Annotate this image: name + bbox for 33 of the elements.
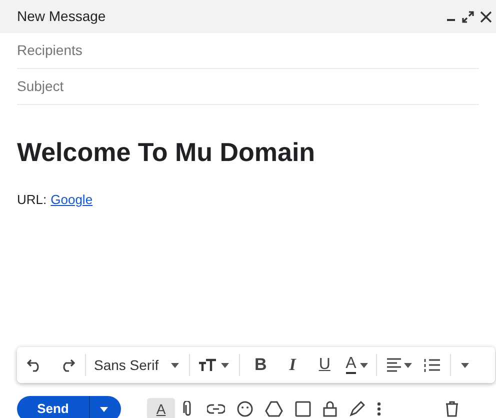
send-options-caret-icon[interactable]	[100, 406, 108, 412]
italic-button[interactable]: I	[284, 352, 302, 378]
trash-icon[interactable]	[445, 401, 459, 417]
message-heading: Welcome To Mu Domain	[17, 136, 316, 168]
more-vertical-icon[interactable]	[377, 401, 381, 417]
link-icon[interactable]	[207, 404, 225, 414]
subject-field[interactable]: Subject	[17, 76, 479, 97]
lock-icon[interactable]	[323, 401, 337, 417]
underline-button[interactable]: U	[316, 353, 334, 377]
numbered-list-icon[interactable]	[424, 358, 440, 372]
caret-icon	[220, 362, 229, 368]
window-title: New Message	[17, 7, 106, 26]
send-button[interactable]: Send	[17, 396, 89, 418]
bold-button[interactable]: B	[252, 352, 270, 378]
recipients-field[interactable]: Recipients	[17, 40, 479, 61]
formatting-toggle[interactable]: A	[147, 398, 175, 418]
caret-icon	[360, 362, 368, 368]
close-icon[interactable]	[480, 10, 492, 22]
font-selector[interactable]: Sans Serif	[94, 354, 179, 376]
google-link[interactable]: Google	[50, 190, 93, 210]
expand-icon[interactable]	[462, 10, 474, 22]
align-button[interactable]	[387, 358, 412, 372]
align-left-icon	[387, 358, 402, 372]
more-options-caret-icon[interactable]	[461, 362, 470, 368]
text-color-button[interactable]: A	[346, 356, 368, 374]
attachment-icon[interactable]	[183, 401, 193, 417]
emoji-icon[interactable]	[237, 401, 253, 417]
pen-icon[interactable]	[349, 401, 365, 417]
caret-icon	[170, 362, 179, 368]
url-label: URL:	[17, 191, 47, 209]
text-size-button[interactable]	[198, 358, 229, 372]
caret-icon	[404, 362, 412, 368]
text-size-icon	[198, 358, 218, 372]
